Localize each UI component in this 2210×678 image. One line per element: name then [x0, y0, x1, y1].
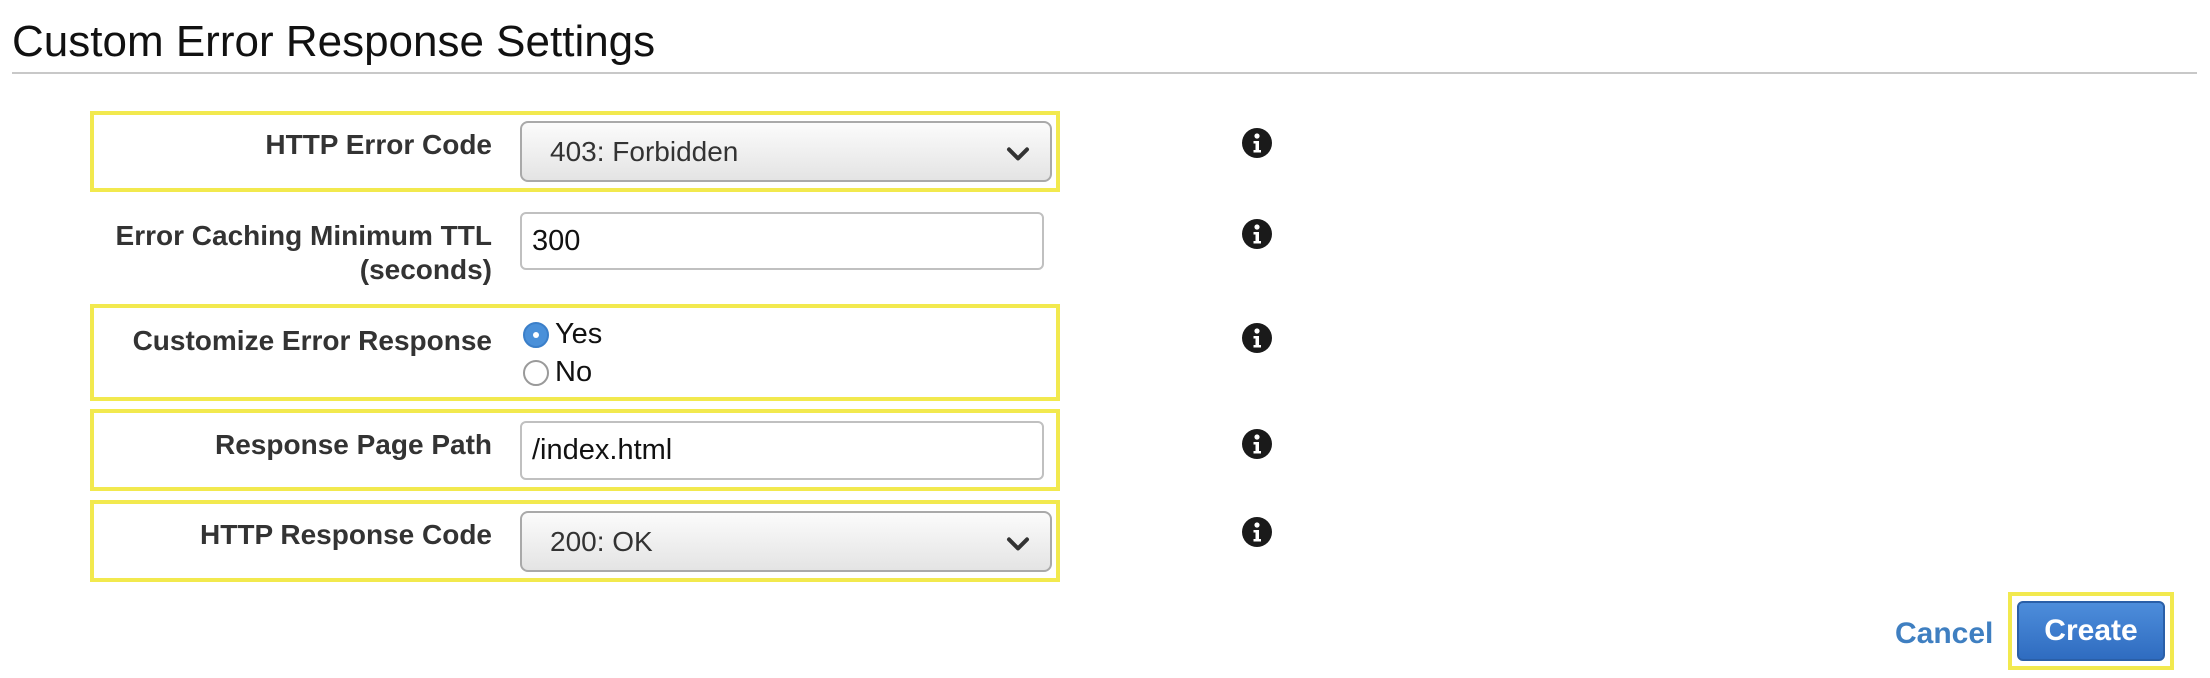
- info-icon[interactable]: [1241, 218, 1273, 250]
- customize-error-response-label: Customize Error Response: [132, 325, 492, 356]
- response-page-path-input[interactable]: [520, 421, 1044, 480]
- page-title: Custom Error Response Settings: [12, 17, 656, 66]
- http-response-code-label: HTTP Response Code: [200, 519, 492, 550]
- info-icon[interactable]: [1241, 428, 1273, 460]
- cancel-link[interactable]: Cancel: [1895, 616, 1993, 652]
- http-error-code-select[interactable]: 403: Forbidden: [520, 121, 1052, 182]
- info-icon[interactable]: [1241, 322, 1273, 354]
- info-icon[interactable]: [1241, 127, 1273, 159]
- http-response-code-select[interactable]: 200: OK: [520, 511, 1052, 572]
- error-caching-ttl-label-line1: Error Caching Minimum TTL: [115, 220, 492, 251]
- chevron-down-icon: [1007, 146, 1029, 160]
- error-caching-ttl-label-line2: (seconds): [359, 254, 492, 285]
- chevron-down-icon: [1007, 536, 1029, 550]
- error-caching-ttl-label: Error Caching Minimum TTL (seconds): [116, 219, 492, 287]
- radio-no-label[interactable]: No: [555, 356, 592, 388]
- http-response-code-value: 200: OK: [550, 525, 653, 557]
- title-divider: [12, 72, 2197, 74]
- error-caching-ttl-input[interactable]: [520, 212, 1044, 270]
- create-button[interactable]: Create: [2017, 601, 2165, 661]
- radio-no[interactable]: [523, 360, 549, 386]
- radio-yes[interactable]: [523, 322, 549, 348]
- http-error-code-value: 403: Forbidden: [550, 135, 739, 167]
- info-icon[interactable]: [1241, 516, 1273, 548]
- response-page-path-label: Response Page Path: [215, 429, 492, 460]
- http-error-code-label: HTTP Error Code: [265, 129, 492, 160]
- radio-yes-label[interactable]: Yes: [555, 318, 602, 350]
